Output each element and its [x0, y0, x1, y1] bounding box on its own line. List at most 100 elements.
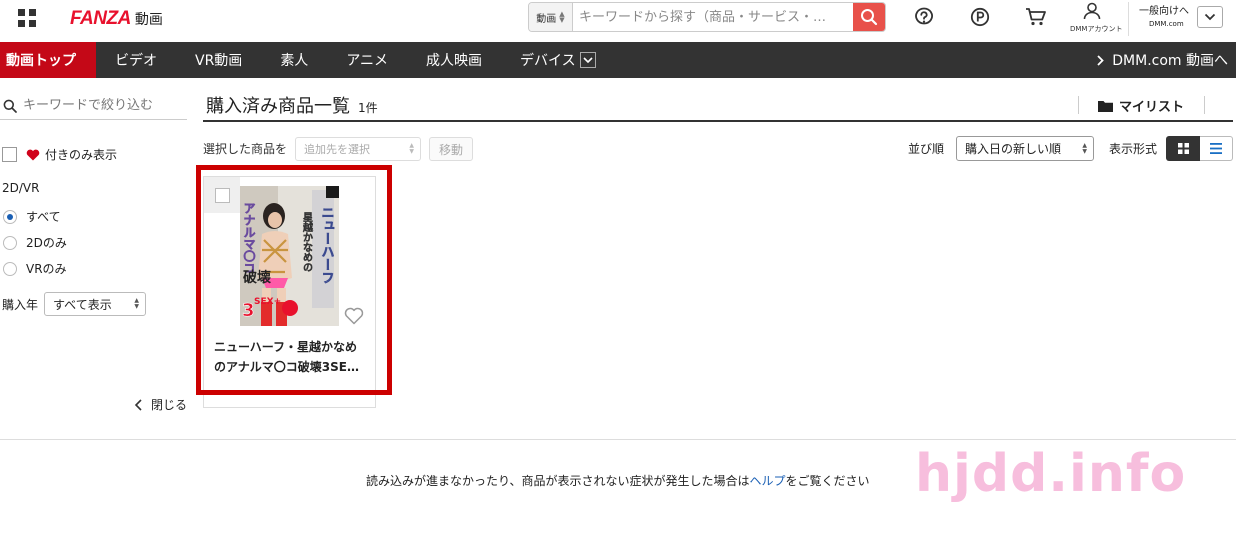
purchase-year-value: すべて表示 [53, 297, 112, 312]
search-button[interactable] [853, 3, 885, 31]
dimension-option-vr[interactable]: VRのみ [3, 260, 67, 277]
nav-item-video-top[interactable]: 動画トップ [0, 42, 96, 78]
global-search: 動画 ▲ ▼ [528, 2, 886, 32]
main-nav: 動画トップ ビデオ VR動画 素人 アニメ 成人映画 デバイス DMM.com … [0, 42, 1236, 78]
svg-text:SEX+: SEX+ [254, 297, 281, 307]
sidebar-search [0, 92, 187, 120]
radio-label: すべて [26, 210, 61, 224]
nav-label: 成人映画 [426, 53, 483, 69]
favorite-filter-checkbox[interactable] [2, 147, 17, 162]
watermark: hjdd.info [915, 444, 1187, 504]
product-select-checkbox[interactable] [214, 187, 230, 203]
site-header: FANZA 動画 動画 ▲▼ DMMアカウント 一般向けへ DMM.com [0, 0, 1236, 42]
footer-divider [0, 439, 1236, 440]
user-icon [1083, 2, 1101, 20]
chevron-down-icon [1204, 13, 1216, 21]
result-count: 1件 [358, 101, 378, 115]
search-input[interactable] [573, 3, 853, 31]
mylist-link[interactable]: マイリスト [1098, 96, 1184, 115]
nav-label: VR動画 [195, 53, 243, 69]
radio-selected[interactable] [3, 209, 17, 224]
help-icon [915, 7, 933, 25]
purchase-year-label: 購入年 [2, 297, 39, 312]
favorite-heart-button[interactable] [344, 307, 364, 328]
svg-text:ニューハーフ: ニューハーフ [319, 206, 335, 284]
radio[interactable] [3, 235, 17, 250]
search-category-select[interactable]: 動画 ▲ ▼ [529, 3, 573, 31]
nav-item-amateur[interactable]: 素人 [261, 42, 327, 78]
svg-text:アナルマ〇コ: アナルマ〇コ [242, 202, 256, 274]
purchase-year-select[interactable]: すべて表示 ▲ ▼ [44, 292, 147, 316]
search-icon [3, 99, 17, 113]
dmm-video-link[interactable]: DMM.com 動画へ [1097, 42, 1228, 78]
mylist-label: マイリスト [1119, 100, 1185, 115]
favorite-filter-label: 付きのみ表示 [45, 148, 118, 162]
list-view-button[interactable] [1200, 136, 1233, 161]
help-button[interactable] [913, 6, 935, 28]
sort-label: 並び順 [908, 142, 945, 156]
destination-select[interactable]: 追加先を選択 ▲ ▼ [295, 137, 421, 161]
dimension-option-all[interactable]: すべて [3, 208, 61, 225]
chevron-left-icon [134, 398, 142, 411]
favorite-filter[interactable]: 付きのみ表示 [2, 146, 117, 163]
page-title: 購入済み商品一覧 1件 [206, 92, 378, 118]
grid-view-icon [1177, 143, 1189, 154]
cart-button[interactable] [1025, 6, 1047, 28]
svg-text:3: 3 [242, 300, 255, 321]
nav-label: 動画トップ [6, 53, 76, 69]
apps-grid-icon[interactable] [18, 9, 36, 27]
account-type-line2: DMM.com [1149, 20, 1184, 28]
grid-view-button[interactable] [1166, 136, 1200, 161]
folder-icon [1098, 100, 1113, 112]
product-card[interactable]: ニューハーフ 星越かなめの アナルマ〇コ 破壊 3 SEX+ ニューハーフ・星越… [203, 176, 376, 408]
product-cover-image[interactable]: ニューハーフ 星越かなめの アナルマ〇コ 破壊 3 SEX+ [240, 186, 339, 326]
help-link[interactable]: ヘルプ [750, 474, 786, 488]
select-arrow-icon: ▲ ▼ [409, 142, 414, 155]
sort-select[interactable]: 購入日の新しい順 ▲ ▼ [956, 136, 1094, 161]
heart-icon [26, 149, 40, 161]
account-button[interactable]: DMMアカウント [1070, 2, 1123, 34]
product-select-area[interactable] [204, 177, 240, 213]
nav-item-video[interactable]: ビデオ [96, 42, 176, 78]
dimension-option-2d[interactable]: 2Dのみ [3, 234, 67, 251]
chevron-right-icon [1097, 54, 1105, 66]
footer-message-after: をご覧ください [785, 474, 870, 488]
nav-label: ビデオ [115, 53, 157, 69]
move-button[interactable]: 移動 [429, 137, 473, 161]
radio-label: VRのみ [26, 262, 67, 276]
logo-mark: FANZA [70, 8, 131, 29]
page-title-text: 購入済み商品一覧 [206, 96, 350, 117]
destination-placeholder: 追加先を選択 [304, 143, 370, 156]
fanza-logo[interactable]: FANZA 動画 [70, 7, 163, 31]
nav-label: デバイス [520, 53, 576, 69]
nav-label: 素人 [280, 53, 309, 69]
list-view-icon [1210, 143, 1222, 154]
divider [1078, 96, 1079, 114]
account-label: DMMアカウント [1070, 25, 1123, 33]
select-arrow-icon: ▲ ▼ [559, 10, 565, 24]
select-arrow-icon: ▲ ▼ [1082, 141, 1087, 155]
account-type-dropdown[interactable] [1197, 6, 1223, 28]
product-title[interactable]: ニューハーフ・星越かなめのアナルマ〇コ破壊3SE… [214, 337, 369, 377]
radio-label: 2Dのみ [26, 236, 67, 250]
dmm-video-link-label: DMM.com 動画へ [1112, 53, 1228, 69]
nav-item-anime[interactable]: アニメ [327, 42, 407, 78]
account-type-switch[interactable]: 一般向けへ DMM.com [1128, 2, 1200, 36]
cover-artwork: ニューハーフ 星越かなめの アナルマ〇コ 破壊 3 SEX+ [240, 186, 339, 326]
close-sidebar-link[interactable]: 閉じる [134, 396, 187, 413]
title-underline [203, 120, 1233, 122]
bulk-action-label: 選択した商品を [203, 142, 288, 156]
radio[interactable] [3, 261, 17, 276]
logo-subtitle: 動画 [134, 12, 163, 28]
points-button[interactable] [969, 6, 991, 28]
nav-item-device[interactable]: デバイス [501, 42, 615, 78]
nav-item-adult-film[interactable]: 成人映画 [407, 42, 501, 78]
nav-item-vr[interactable]: VR動画 [176, 42, 261, 78]
purchase-year-filter: 購入年 すべて表示 ▲ ▼ [2, 292, 147, 316]
cart-icon [1026, 8, 1046, 26]
chevron-down-icon [579, 52, 596, 68]
search-category-label: 動画 [536, 13, 557, 25]
sort-value: 購入日の新しい順 [965, 142, 1062, 156]
sidebar-search-input[interactable] [23, 98, 183, 113]
dimension-filter-heading: 2D/VR [2, 181, 40, 195]
